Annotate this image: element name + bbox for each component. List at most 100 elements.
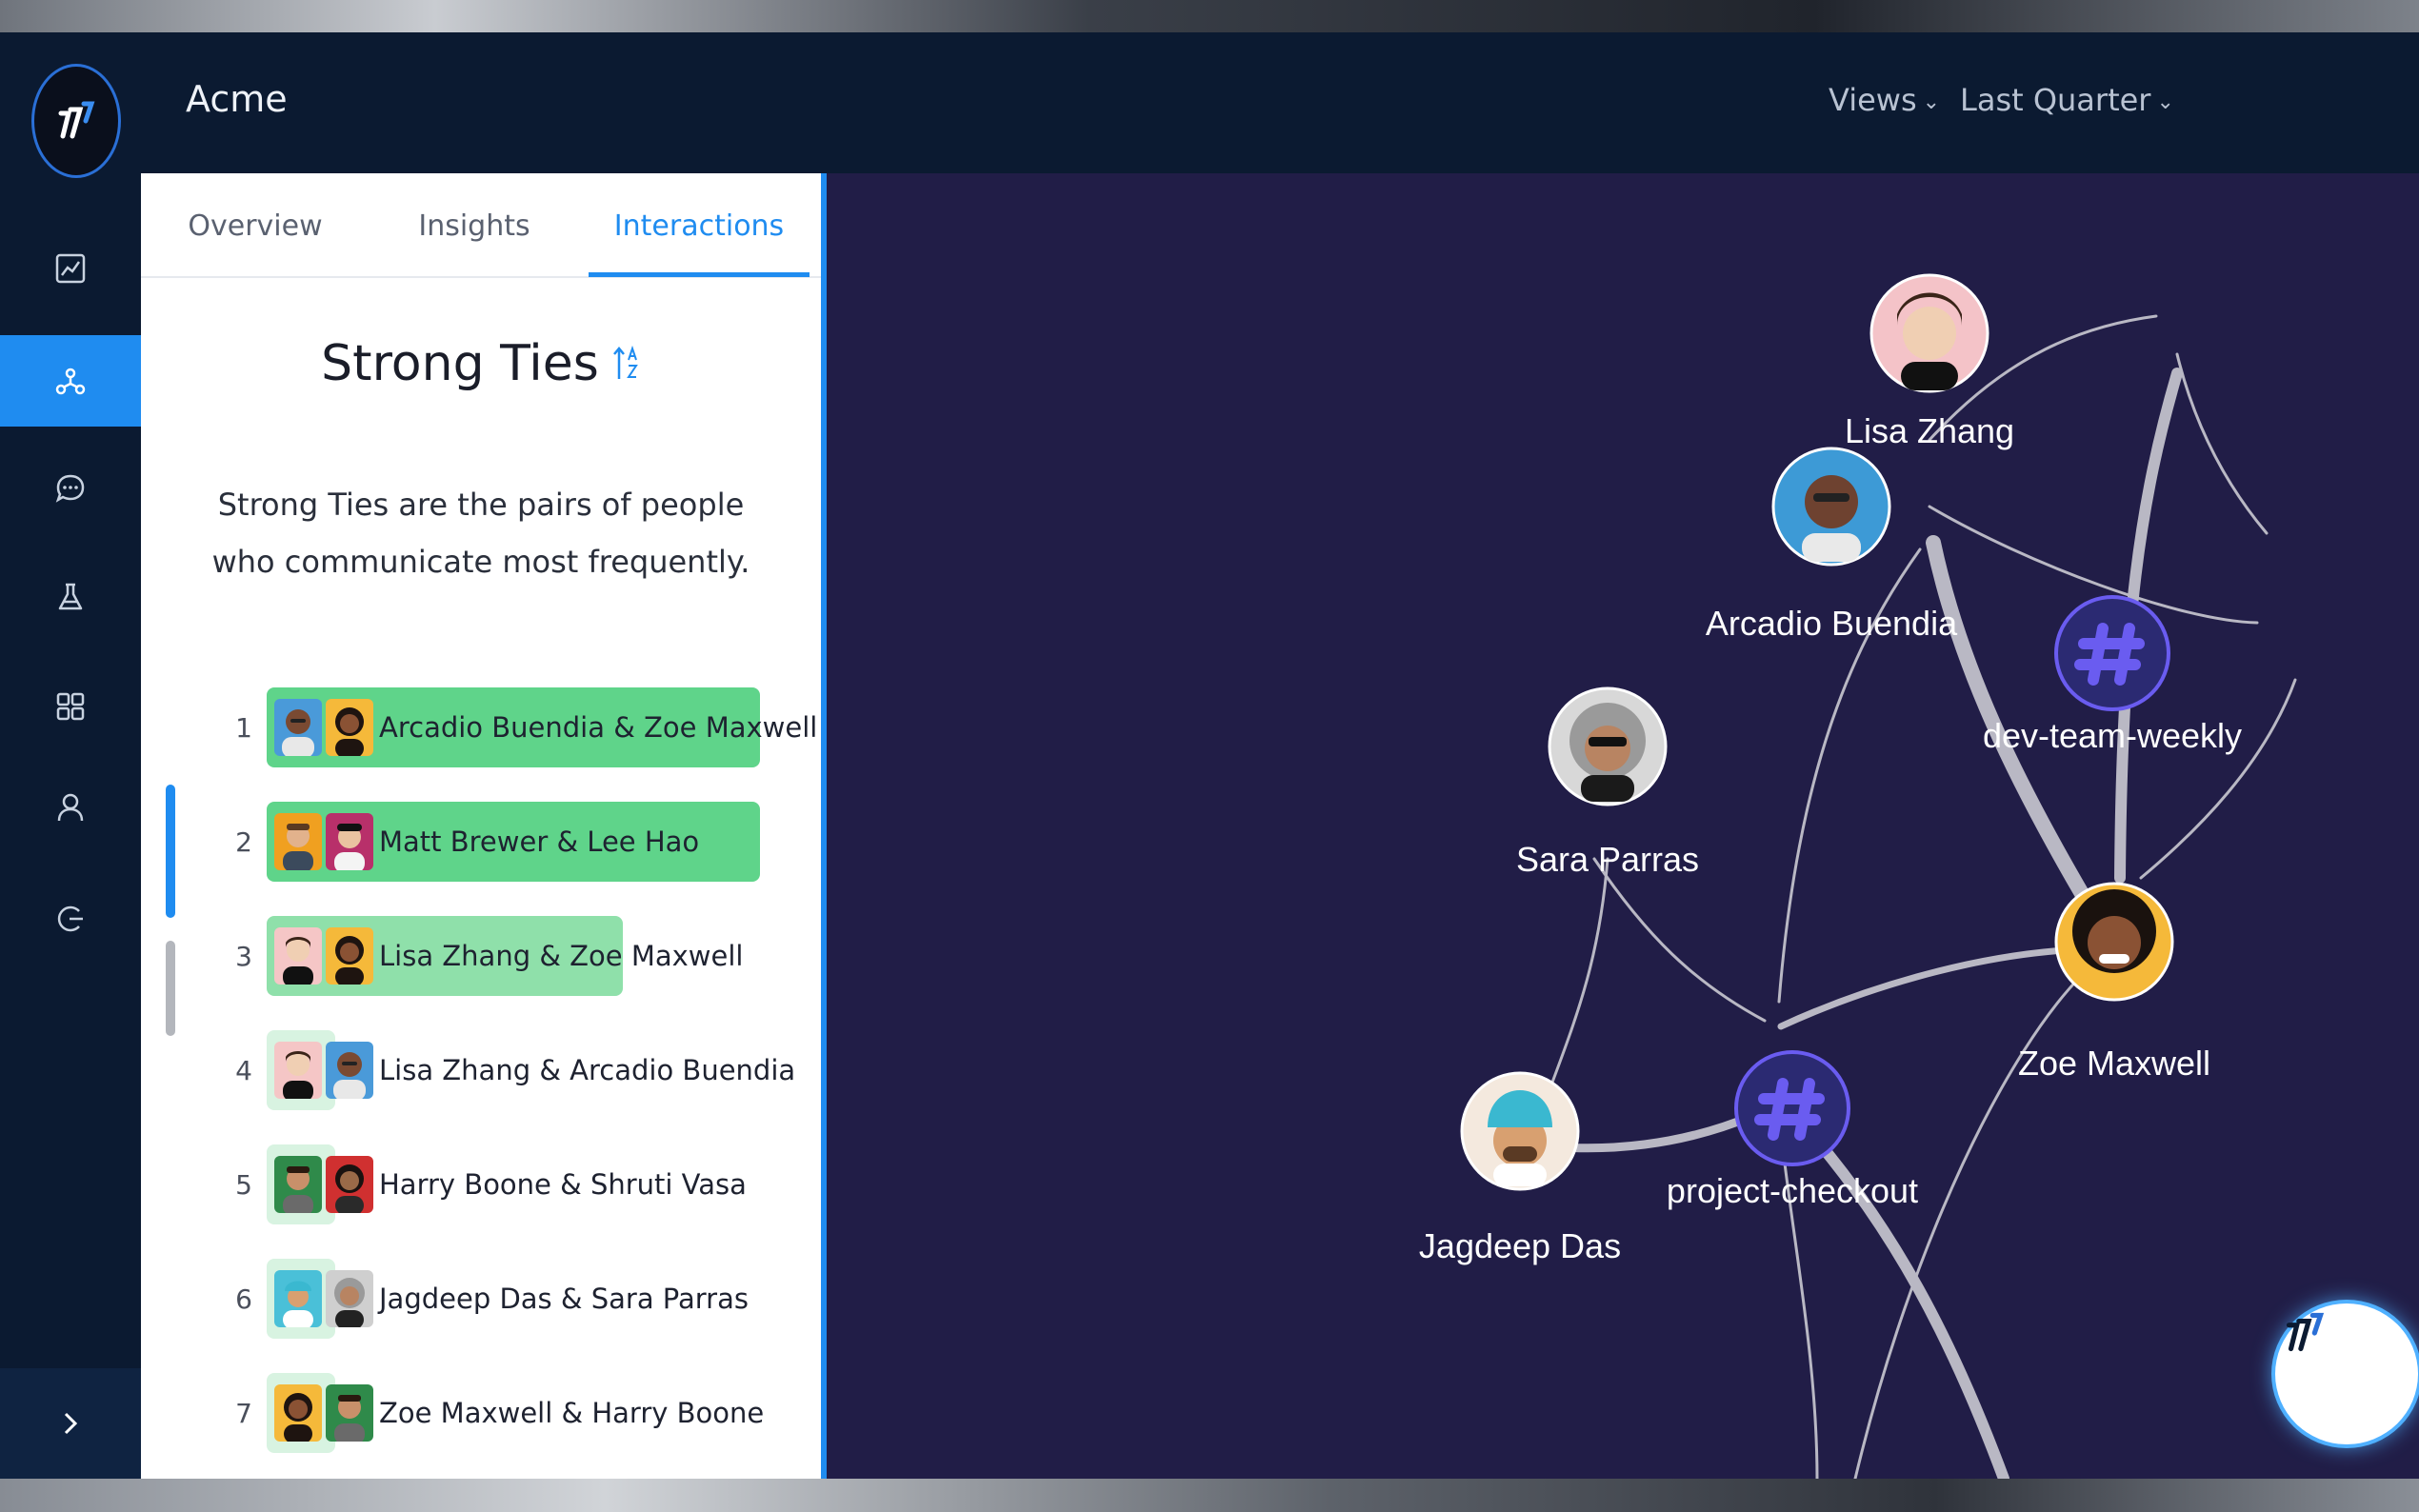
node-label-lisa-zhang[interactable]: Lisa Zhang bbox=[1845, 411, 2014, 451]
logout-icon bbox=[57, 905, 83, 932]
line-chart-icon bbox=[55, 253, 86, 284]
avatar-lisa-zhang bbox=[274, 927, 322, 985]
nav-network[interactable] bbox=[0, 335, 141, 427]
tie-row-1[interactable]: 1 Arcadio Buendia & Zoe Maxwell bbox=[141, 687, 821, 767]
tie-label: Arcadio Buendia & Zoe Maxwell bbox=[379, 711, 818, 744]
logo-icon bbox=[58, 101, 95, 139]
node-dev-team-weekly bbox=[2054, 595, 2170, 711]
panel-title-row: Strong Ties bbox=[141, 335, 821, 395]
node-label-jagdeep-das[interactable]: Jagdeep Das bbox=[1419, 1226, 1621, 1266]
sort-alpha-icon[interactable] bbox=[612, 338, 641, 395]
app-window: Acme Views ⌄ Last Quarter ⌄ Overview Insig… bbox=[0, 32, 2419, 1479]
panel-title: Strong Ties bbox=[321, 335, 599, 392]
tie-rank: 1 bbox=[235, 711, 252, 744]
avatar-lisa-zhang bbox=[274, 1042, 322, 1099]
chevron-right-icon bbox=[64, 1412, 78, 1435]
nav-apps[interactable] bbox=[0, 661, 141, 752]
nav-logout[interactable] bbox=[0, 873, 141, 965]
node-arcadio-buendia bbox=[1771, 447, 1891, 567]
edge-sara-jagdeep bbox=[1549, 857, 1609, 1089]
sidebar-expand-button[interactable] bbox=[0, 1368, 141, 1479]
tie-label: Matt Brewer & Lee Hao bbox=[379, 826, 700, 858]
sidebar bbox=[0, 32, 141, 1479]
tab-overview[interactable]: Overview bbox=[160, 173, 350, 278]
avatar-arcadio-buendia bbox=[326, 1042, 373, 1099]
edge-devteam-zoe bbox=[2139, 678, 2297, 880]
chevron-down-icon: ⌄ bbox=[1922, 90, 1941, 114]
edge-lisa-devteam bbox=[2175, 352, 2269, 535]
node-sara-parras bbox=[1548, 686, 1668, 806]
avatar-zoe-maxwell bbox=[326, 927, 373, 985]
avatar-lee-hao bbox=[326, 813, 373, 870]
tie-row-7[interactable]: 7 Zoe Maxwell & Harry Boone bbox=[141, 1373, 821, 1453]
screen-frame-bottom bbox=[0, 1479, 2419, 1512]
avatar-jagdeep-das bbox=[274, 1270, 322, 1327]
channel-node bbox=[2054, 595, 2170, 711]
tab-interactions[interactable]: Interactions bbox=[589, 173, 810, 278]
avatar-arcadio-buendia bbox=[274, 699, 322, 756]
avatar-zoe-maxwell bbox=[274, 1384, 322, 1442]
node-zoe-maxwell bbox=[2054, 882, 2174, 1002]
views-dropdown[interactable]: Views ⌄ bbox=[1829, 82, 1940, 118]
logo-icon bbox=[2286, 1312, 2325, 1352]
nav-profile[interactable] bbox=[0, 762, 141, 853]
node-label-arcadio-buendia[interactable]: Arcadio Buendia bbox=[1706, 604, 1957, 644]
period-dropdown-label: Last Quarter bbox=[1960, 82, 2151, 118]
avatar-zoe-maxwell bbox=[326, 699, 373, 756]
strong-ties-panel: Overview Insights Interactions Strong Ti… bbox=[141, 173, 827, 1479]
app-logo[interactable] bbox=[31, 64, 121, 178]
period-dropdown[interactable]: Last Quarter ⌄ bbox=[1960, 82, 2174, 118]
tie-label: Harry Boone & Shruti Vasa bbox=[379, 1168, 747, 1201]
avatar-shruti-vasa bbox=[326, 1156, 373, 1213]
panel-tabs: Overview Insights Interactions bbox=[141, 173, 821, 278]
avatar-harry-boone bbox=[274, 1156, 322, 1213]
node-project-checkout bbox=[1734, 1050, 1850, 1166]
grid-icon bbox=[56, 692, 85, 721]
network-graph-canvas bbox=[1460, 273, 2297, 1479]
tie-row-4[interactable]: 4 Lisa Zhang & Arcadio Buendia bbox=[141, 1030, 821, 1110]
network-icon bbox=[55, 368, 86, 395]
nav-messages[interactable] bbox=[0, 443, 141, 534]
node-label-zoe-maxwell[interactable]: Zoe Maxwell bbox=[2018, 1044, 2210, 1084]
tie-rank: 5 bbox=[235, 1168, 252, 1201]
tie-rank: 3 bbox=[235, 940, 252, 972]
tie-row-2[interactable]: 2 Matt Brewer & Lee Hao bbox=[141, 802, 821, 882]
screen-frame-top bbox=[0, 0, 2419, 32]
top-bar: Acme Views ⌄ Last Quarter ⌄ bbox=[141, 32, 2419, 173]
app-title: Acme bbox=[186, 78, 288, 120]
node-label-sara-parras[interactable]: Sara Parras bbox=[1516, 840, 1699, 880]
tie-rank: 6 bbox=[235, 1283, 252, 1315]
views-dropdown-label: Views bbox=[1829, 82, 1917, 118]
node-label-dev-team-weekly[interactable]: dev-team-weekly bbox=[1983, 716, 2242, 756]
channel-node bbox=[1734, 1050, 1850, 1166]
nav-experiments[interactable] bbox=[0, 551, 141, 643]
person-icon bbox=[57, 793, 84, 822]
panel-description: Strong Ties are the pairs of people who … bbox=[211, 487, 750, 580]
edge-zoe-checkout bbox=[1777, 945, 2086, 1030]
node-lisa-zhang bbox=[1869, 273, 1989, 393]
tie-rank: 2 bbox=[235, 826, 252, 858]
edge-sara-checkout bbox=[1592, 857, 1767, 1023]
avatar-matt-brewer bbox=[274, 813, 322, 870]
tie-row-3[interactable]: 3 Lisa Zhang & Zoe Maxwell bbox=[141, 916, 821, 996]
tie-row-6[interactable]: 6 Jagdeep Das & Sara Parras bbox=[141, 1259, 821, 1339]
tie-rank: 4 bbox=[235, 1054, 252, 1086]
network-graph[interactable]: Lisa Zhang Arcadio Buendia dev-team-week… bbox=[827, 173, 2419, 1479]
nav-analytics[interactable] bbox=[0, 223, 141, 314]
flask-icon bbox=[58, 583, 83, 610]
tie-label: Lisa Zhang & Zoe Maxwell bbox=[379, 940, 744, 972]
assistant-launcher-button[interactable] bbox=[2275, 1303, 2418, 1444]
node-jagdeep-das bbox=[1460, 1071, 1580, 1191]
node-label-project-checkout[interactable]: project-checkout bbox=[1667, 1171, 1918, 1211]
avatar-sara-parras bbox=[326, 1270, 373, 1327]
tie-label: Zoe Maxwell & Harry Boone bbox=[379, 1397, 765, 1429]
chevron-down-icon: ⌄ bbox=[2156, 90, 2174, 114]
tie-row-5[interactable]: 5 Harry Boone & Shruti Vasa bbox=[141, 1144, 821, 1224]
tie-rank: 7 bbox=[235, 1397, 252, 1429]
active-tab-indicator bbox=[589, 272, 810, 277]
tie-label: Jagdeep Das & Sara Parras bbox=[379, 1283, 749, 1315]
chat-bubble-icon bbox=[55, 474, 85, 503]
avatar-harry-boone bbox=[326, 1384, 373, 1442]
tie-label: Lisa Zhang & Arcadio Buendia bbox=[379, 1054, 796, 1086]
tab-insights[interactable]: Insights bbox=[379, 173, 570, 278]
